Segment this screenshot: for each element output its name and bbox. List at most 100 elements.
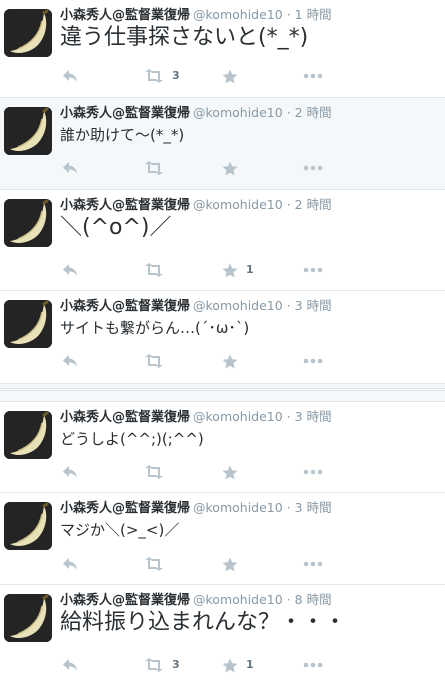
reply-button[interactable] xyxy=(62,464,78,480)
retweet-button[interactable] xyxy=(144,556,172,572)
banana-avatar-icon[interactable] xyxy=(4,199,52,247)
reply-button[interactable] xyxy=(62,657,78,673)
tweet-text: 給料振り込まれんな？・・・ xyxy=(60,610,347,635)
tweet-time[interactable]: 3 時間 xyxy=(295,298,332,313)
retweet-icon xyxy=(144,161,164,175)
user-handle[interactable]: @komohide10 xyxy=(193,7,283,22)
retweet-icon xyxy=(144,658,164,672)
user-name[interactable]: 小森秀人@監督業復帰 xyxy=(60,198,190,213)
tweet-actions: 3 xyxy=(60,68,360,84)
favorite-button[interactable] xyxy=(222,68,246,84)
reply-arrow-icon xyxy=(62,69,78,83)
more-dots-icon xyxy=(303,358,323,364)
tweet-time[interactable]: 1 時間 xyxy=(295,7,332,22)
favorite-button[interactable] xyxy=(222,160,246,176)
reply-button[interactable] xyxy=(62,556,78,572)
reply-arrow-icon xyxy=(62,161,78,175)
tweet-text: どうしよ(^^;)(;^^) xyxy=(60,430,204,448)
banana-avatar-icon[interactable] xyxy=(4,300,52,348)
tweet-text: ＼(^o^)／ xyxy=(60,215,172,240)
separator-dot: · xyxy=(282,105,295,120)
user-handle[interactable]: @komohide10 xyxy=(193,409,283,424)
reply-button[interactable] xyxy=(62,353,78,369)
retweet-button[interactable] xyxy=(144,464,172,480)
banana-avatar-icon[interactable] xyxy=(4,107,52,155)
tweet-time[interactable]: 3 時間 xyxy=(295,409,332,424)
tweet[interactable]: 小森秀人@監督業復帰 @komohide10 · 3 時間 サイトも繋がらん…(´… xyxy=(0,291,445,383)
reply-arrow-icon xyxy=(62,557,78,571)
tweet-header: 小森秀人@監督業復帰 @komohide10 · 3 時間 xyxy=(60,297,332,315)
separator-dot: · xyxy=(282,500,295,515)
tweet-time[interactable]: 8 時間 xyxy=(295,592,332,607)
more-dots-icon xyxy=(303,469,323,475)
reply-button[interactable] xyxy=(62,262,78,278)
banana-avatar-icon[interactable] xyxy=(4,594,52,642)
banana-avatar-icon[interactable] xyxy=(4,9,52,57)
favorite-button[interactable] xyxy=(222,464,246,480)
reply-arrow-icon xyxy=(62,263,78,277)
user-name[interactable]: 小森秀人@監督業復帰 xyxy=(60,593,190,608)
more-dots-icon xyxy=(303,73,323,79)
favorite-button[interactable]: 1 xyxy=(222,657,254,673)
retweet-button[interactable] xyxy=(144,262,172,278)
separator-dot: · xyxy=(282,197,295,212)
user-handle[interactable]: @komohide10 xyxy=(193,500,283,515)
reply-button[interactable] xyxy=(62,160,78,176)
tweet-text: 違う仕事探さないと(*_*) xyxy=(60,25,309,50)
favorite-button[interactable] xyxy=(222,353,246,369)
separator-dot: · xyxy=(282,7,295,22)
retweet-button[interactable] xyxy=(144,353,172,369)
more-button[interactable] xyxy=(303,353,323,369)
tweet[interactable]: 小森秀人@監督業復帰 @komohide10 · 3 時間 どうしよ(^^;)(;… xyxy=(0,402,445,493)
favorite-button[interactable] xyxy=(222,556,246,572)
banana-avatar-icon[interactable] xyxy=(4,502,52,550)
star-icon xyxy=(222,69,238,84)
reply-arrow-icon xyxy=(62,465,78,479)
more-button[interactable] xyxy=(303,160,323,176)
tweet-timeline: 小森秀人@監督業復帰 @komohide10 · 1 時間 違う仕事探さないと(*… xyxy=(0,0,445,684)
star-icon xyxy=(222,263,238,278)
tweet-time[interactable]: 2 時間 xyxy=(295,105,332,120)
more-button[interactable] xyxy=(303,262,323,278)
retweet-icon xyxy=(144,557,164,571)
tweet-header: 小森秀人@監督業復帰 @komohide10 · 8 時間 xyxy=(60,591,332,609)
retweet-button[interactable]: 3 xyxy=(144,68,180,84)
more-button[interactable] xyxy=(303,657,323,673)
tweet[interactable]: 小森秀人@監督業復帰 @komohide10 · 8 時間 給料振り込まれんな？・… xyxy=(0,585,445,684)
reply-button[interactable] xyxy=(62,68,78,84)
user-handle[interactable]: @komohide10 xyxy=(193,592,283,607)
user-handle[interactable]: @komohide10 xyxy=(193,105,283,120)
tweet-actions xyxy=(60,160,360,176)
timeline-gap-divider xyxy=(0,383,445,402)
user-handle[interactable]: @komohide10 xyxy=(193,298,283,313)
retweet-icon xyxy=(144,263,164,277)
reply-arrow-icon xyxy=(62,658,78,672)
star-icon xyxy=(222,658,238,673)
star-icon xyxy=(222,465,238,480)
user-name[interactable]: 小森秀人@監督業復帰 xyxy=(60,8,190,23)
user-name[interactable]: 小森秀人@監督業復帰 xyxy=(60,501,190,516)
user-name[interactable]: 小森秀人@監督業復帰 xyxy=(60,106,190,121)
favorite-button[interactable]: 1 xyxy=(222,262,254,278)
tweet[interactable]: 小森秀人@監督業復帰 @komohide10 · 2 時間 ＼(^o^)／ 1 xyxy=(0,190,445,291)
separator-dot: · xyxy=(282,298,295,313)
separator-dot: · xyxy=(282,409,295,424)
favorite-count: 1 xyxy=(246,658,254,671)
more-button[interactable] xyxy=(303,556,323,572)
user-name[interactable]: 小森秀人@監督業復帰 xyxy=(60,299,190,314)
retweet-count: 3 xyxy=(172,69,180,82)
tweet[interactable]: 小森秀人@監督業復帰 @komohide10 · 1 時間 違う仕事探さないと(*… xyxy=(0,0,445,98)
banana-avatar-icon[interactable] xyxy=(4,411,52,459)
tweet-actions: 1 xyxy=(60,262,360,278)
retweet-button[interactable] xyxy=(144,160,172,176)
tweet[interactable]: 小森秀人@監督業復帰 @komohide10 · 3 時間 マジか＼(>_<)／ xyxy=(0,493,445,585)
user-name[interactable]: 小森秀人@監督業復帰 xyxy=(60,410,190,425)
user-handle[interactable]: @komohide10 xyxy=(193,197,283,212)
more-button[interactable] xyxy=(303,68,323,84)
tweet-time[interactable]: 3 時間 xyxy=(295,500,332,515)
tweet[interactable]: 小森秀人@監督業復帰 @komohide10 · 2 時間 誰か助けて〜(*_*) xyxy=(0,98,445,190)
star-icon xyxy=(222,161,238,176)
retweet-button[interactable]: 3 xyxy=(144,657,180,673)
tweet-time[interactable]: 2 時間 xyxy=(295,197,332,212)
more-button[interactable] xyxy=(303,464,323,480)
